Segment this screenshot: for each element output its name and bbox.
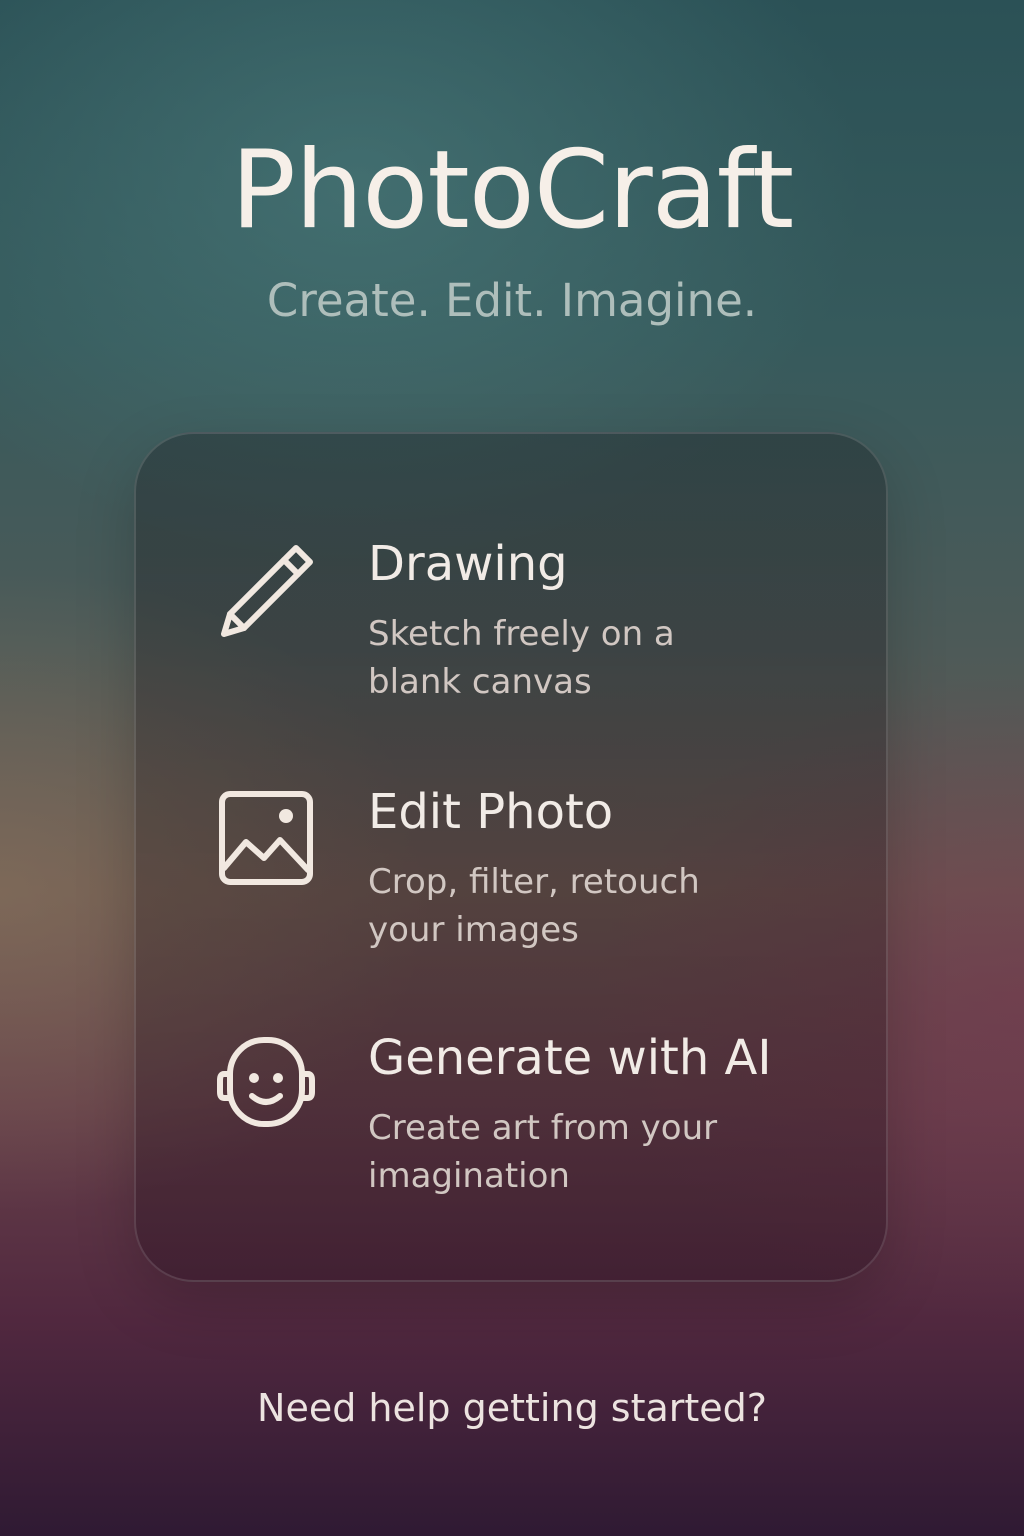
option-generate-ai-description: Create art from your imagination xyxy=(368,1108,718,1196)
option-generate-ai[interactable]: Generate with AI Create art from your im… xyxy=(136,1030,890,1230)
option-generate-ai-title: Generate with AI xyxy=(368,1030,772,1086)
option-drawing[interactable]: Drawing Sketch freely on a blank canvas xyxy=(136,536,890,736)
app-title: PhotoCraft xyxy=(230,128,795,253)
app-tagline: Create. Edit. Imagine. xyxy=(266,274,758,327)
pencil-icon xyxy=(216,540,316,640)
option-edit-photo-title: Edit Photo xyxy=(368,784,614,840)
mode-selection-card: Drawing Sketch freely on a blank canvas … xyxy=(134,432,888,1282)
image-icon xyxy=(216,788,316,888)
option-drawing-title: Drawing xyxy=(368,536,568,592)
option-drawing-description: Sketch freely on a blank canvas xyxy=(368,614,675,702)
option-edit-photo-description: Crop, filter, retouch your images xyxy=(368,862,700,950)
option-edit-photo[interactable]: Edit Photo Crop, filter, retouch your im… xyxy=(136,784,890,984)
help-link[interactable]: Need help getting started? xyxy=(0,1386,1024,1432)
robot-face-icon xyxy=(216,1034,316,1134)
